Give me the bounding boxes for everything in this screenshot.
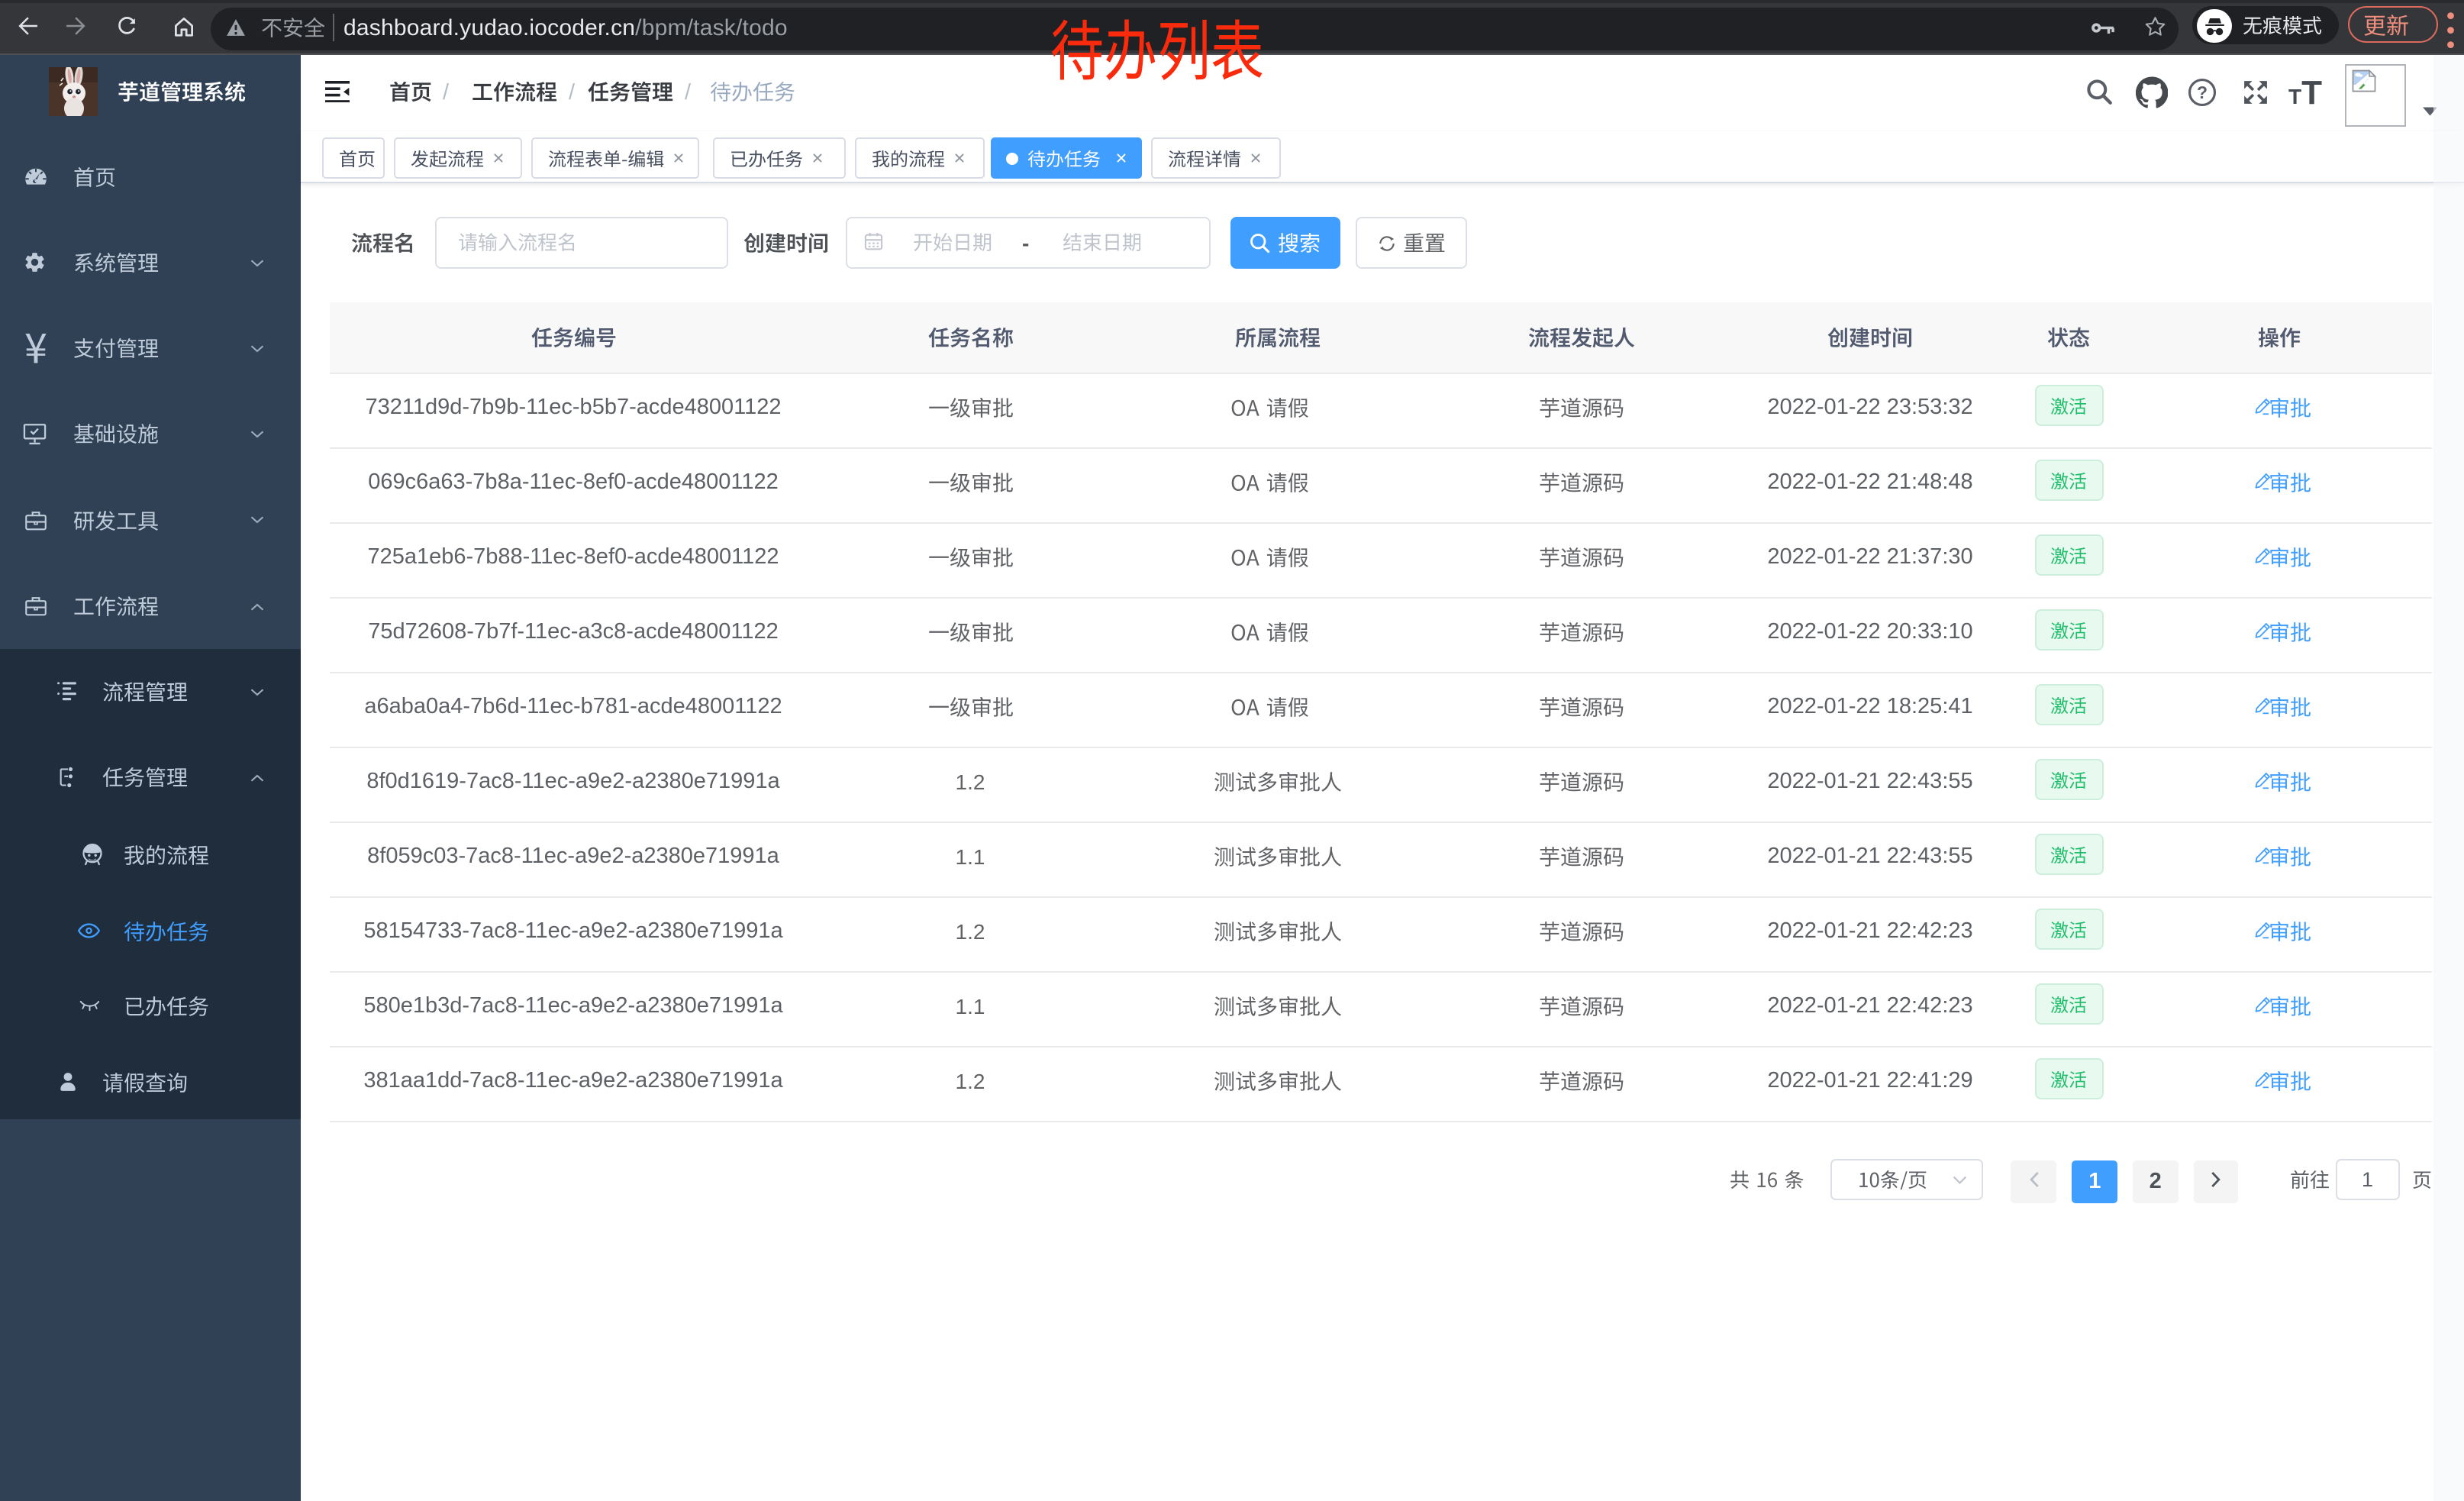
svg-text:?: ?: [2197, 82, 2208, 102]
